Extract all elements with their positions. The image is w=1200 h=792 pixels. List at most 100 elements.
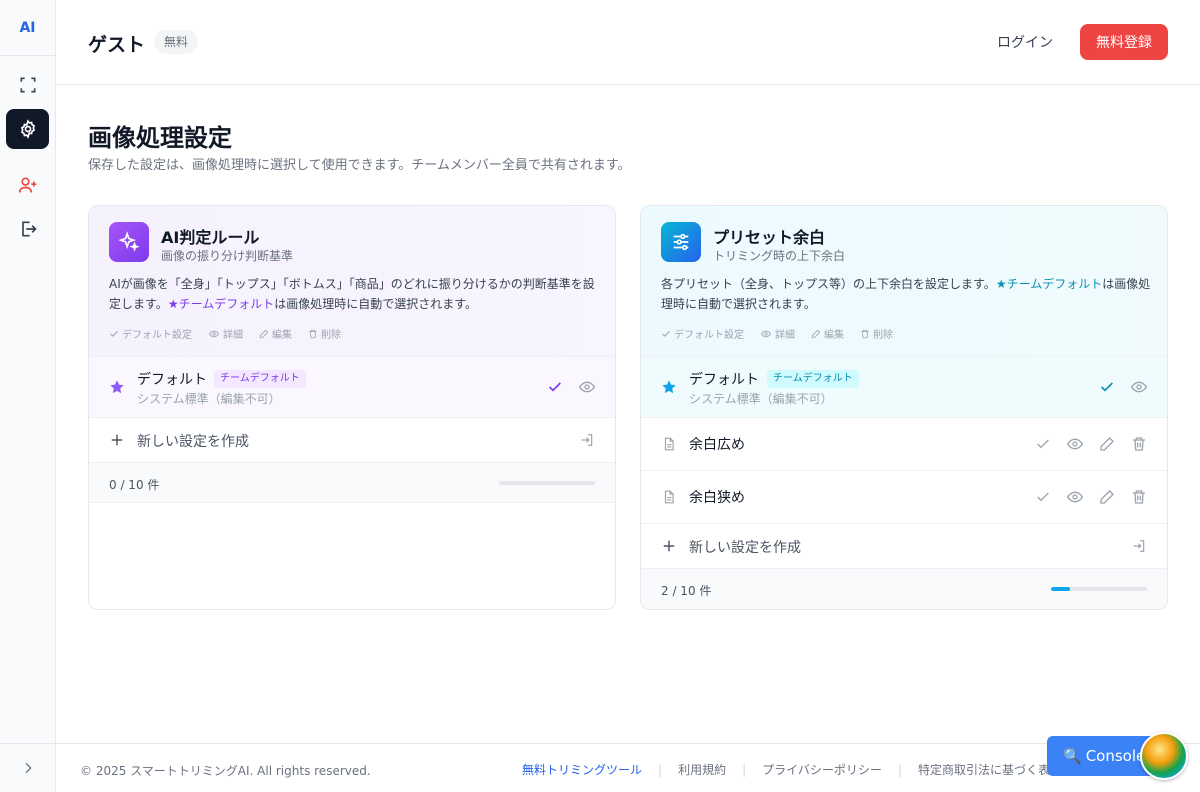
card-header: AI判定ルール 画像の振り分け判断基準 AIが画像を「全身」「トップス」「ボトム… [89,206,615,357]
logout-button[interactable] [6,209,49,249]
legend-detail: 詳細 [760,326,795,341]
card-title: プリセット余白 [713,228,826,247]
eye-icon [579,381,595,393]
header: ゲスト 無料 ログイン 無料登録 [56,0,1200,85]
team-default-badge: チームデフォルト [214,370,306,388]
legend-label: 削除 [321,330,341,341]
eye-icon [1067,491,1083,503]
check-icon [549,382,561,392]
sparkles-icon [109,222,149,262]
card-subtitle: 画像の振り分け判断基準 [161,249,294,263]
row-note: システム標準（編集不可） [689,392,833,406]
footer-link-commerce[interactable]: 特定商取引法に基づく表示 [918,761,1062,778]
row-name: デフォルト [137,372,207,388]
row-name: 余白狭め [689,490,745,506]
console-label: Console [1085,747,1146,765]
edit-button[interactable] [1099,436,1115,452]
create-setting-row[interactable]: 新しい設定を作成 [89,418,615,463]
add-user-button[interactable] [6,165,49,205]
separator: | [658,762,663,777]
document-icon [661,489,677,505]
ai-rules-card: AI判定ルール 画像の振り分け判断基準 AIが画像を「全身」「トップス」「ボトム… [88,205,616,610]
team-default-label: ★チームデフォルト [167,297,275,311]
usage-count-bar: 0 / 10 件 [89,463,615,503]
user-plus-icon [18,177,36,193]
usage-count-bar: 2 / 10 件 [641,569,1167,609]
list-item[interactable]: 余白狭め [641,471,1167,524]
view-button[interactable] [1131,379,1147,395]
star-icon [661,379,677,395]
usage-progress-fill [1051,587,1071,591]
row-note: システム標準（編集不可） [137,392,281,406]
usage-progress [499,481,595,485]
set-default-button[interactable] [1035,489,1051,505]
signup-button[interactable]: 無料登録 [1080,24,1168,60]
action-legend: デフォルト設定 詳細 編集 削除 [109,326,341,341]
usage-count: 0 / 10 件 [109,478,160,492]
row-name: デフォルト [689,372,759,388]
copyright: © 2025 スマートトリミングAI. All rights reserved. [80,764,371,778]
avatar[interactable] [1140,732,1188,780]
legend-label: 編集 [824,330,844,341]
check-icon [1037,439,1049,449]
create-setting-label: 新しい設定を作成 [137,434,249,450]
login-icon [1131,538,1147,554]
legend-label: デフォルト設定 [122,330,192,341]
view-button[interactable] [1067,436,1083,452]
fullscreen-button[interactable] [6,65,49,105]
footer-links: 無料トリミングツール | 利用規約 | プライバシーポリシー | 特定商取引法に… [522,761,1062,778]
trash-icon [861,329,869,338]
default-check-button[interactable] [1099,379,1115,395]
row-name: 余白広め [689,437,745,453]
team-default-label: ★チームデフォルト [995,277,1103,291]
logout-icon [21,221,37,237]
desc-text: 各プリセット（全身、トップス等）の上下余白を設定します。 [661,277,996,291]
usage-progress [1051,587,1147,591]
list-item[interactable]: 余白広め [641,418,1167,471]
delete-button[interactable] [1131,489,1147,505]
footer-link-privacy[interactable]: プライバシーポリシー [762,761,882,778]
edit-button[interactable] [1099,489,1115,505]
create-setting-row[interactable]: 新しい設定を作成 [641,524,1167,569]
login-icon [579,432,595,448]
plus-icon [109,432,125,448]
sidebar: AI [0,0,56,792]
settings-button[interactable] [6,109,49,149]
plan-badge: 無料 [154,30,199,54]
create-setting-label: 新しい設定を作成 [689,540,801,556]
view-button[interactable] [1067,489,1083,505]
app-logo[interactable]: AI [0,0,55,56]
row-actions [1131,538,1147,554]
action-legend: デフォルト設定 詳細 編集 削除 [661,326,893,341]
footer-link-terms[interactable]: 利用規約 [678,761,726,778]
row-actions [547,379,595,395]
chevron-right-icon [25,762,32,774]
legend-default: デフォルト設定 [109,326,192,341]
login-link[interactable]: ログイン [997,32,1053,52]
pencil-icon [259,329,269,338]
trash-icon [1133,490,1145,504]
sidebar-expand-button[interactable] [0,743,55,792]
card-title: AI判定ルール [161,228,260,247]
footer-link-free-tool[interactable]: 無料トリミングツール [522,761,642,778]
eye-icon [1067,438,1083,450]
footer: © 2025 スマートトリミングAI. All rights reserved.… [56,743,1200,792]
document-icon [661,436,677,452]
legend-label: デフォルト設定 [674,330,744,341]
check-icon [1101,382,1113,392]
check-icon [662,330,670,337]
set-default-button[interactable] [1035,436,1051,452]
row-actions [579,432,595,448]
separator: | [742,762,747,777]
pencil-icon [1100,437,1114,451]
legend-edit: 編集 [811,326,844,341]
list-item-default[interactable]: デフォルト チームデフォルト システム標準（編集不可） [89,357,615,418]
default-check-button[interactable] [547,379,563,395]
card-header: プリセット余白 トリミング時の上下余白 各プリセット（全身、トップス等）の上下余… [641,206,1167,357]
delete-button[interactable] [1131,436,1147,452]
fullscreen-icon [20,77,35,93]
eye-icon [208,330,220,337]
usage-count: 2 / 10 件 [661,584,712,598]
view-button[interactable] [579,379,595,395]
list-item-default[interactable]: デフォルト チームデフォルト システム標準（編集不可） [641,357,1167,418]
